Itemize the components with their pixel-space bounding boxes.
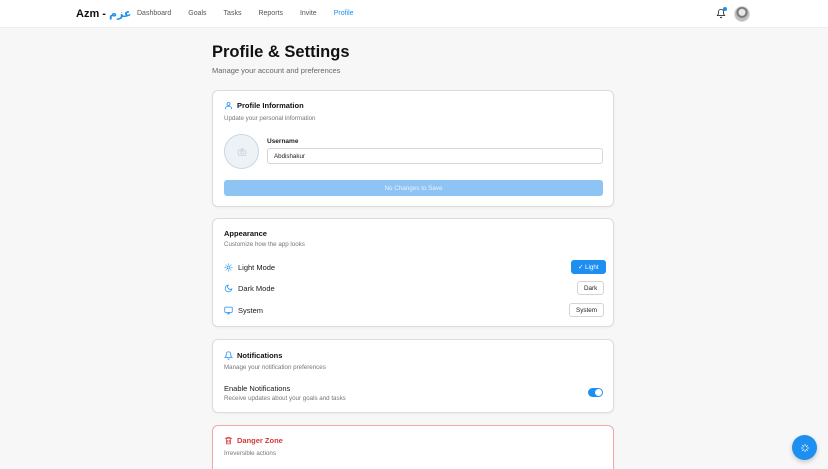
nav-dashboard[interactable]: Dashboard	[137, 10, 171, 17]
monitor-icon	[224, 306, 233, 315]
notifications-card-subtitle: Manage your notification preferences	[224, 364, 326, 371]
notifications-card-title: Notifications	[224, 351, 282, 360]
user-avatar[interactable]	[734, 6, 750, 22]
dark-mode-row: Dark Mode	[224, 284, 275, 293]
notifications-toggle[interactable]	[588, 388, 603, 397]
dark-mode-button[interactable]: Dark	[577, 281, 605, 295]
appearance-card: Appearance Customize how the app looks L…	[212, 218, 614, 327]
system-mode-row: System	[224, 306, 263, 315]
username-label: Username	[267, 138, 299, 145]
top-navigation-bar: Azm - عزم Dashboard Goals Tasks Reports …	[0, 0, 828, 28]
sun-icon	[224, 263, 233, 272]
logo-text: Azm -	[76, 8, 106, 20]
profile-card-subtitle: Update your personal information	[224, 115, 316, 122]
profile-title-text: Profile Information	[237, 101, 304, 110]
nav-reports[interactable]: Reports	[258, 10, 283, 17]
floating-action-button[interactable]	[792, 435, 817, 460]
camera-icon	[237, 147, 246, 156]
main-nav: Dashboard Goals Tasks Reports Invite Pro…	[137, 10, 371, 17]
bell-outline-icon	[224, 351, 233, 360]
appearance-card-title: Appearance	[224, 229, 267, 238]
notifications-card: Notifications Manage your notification p…	[212, 339, 614, 413]
light-mode-button[interactable]: ✓ Light	[571, 260, 606, 274]
notifications-title-text: Notifications	[237, 351, 283, 360]
trash-icon	[224, 437, 233, 445]
profile-information-card: Profile Information Update your personal…	[212, 90, 614, 207]
app-logo[interactable]: Azm - عزم	[76, 7, 131, 20]
sparkle-icon	[800, 443, 809, 452]
system-mode-button[interactable]: System	[569, 303, 604, 317]
profile-avatar-upload[interactable]	[224, 134, 259, 169]
username-input[interactable]	[267, 148, 603, 164]
enable-notifications-description: Receive updates about your goals and tas…	[224, 395, 346, 402]
user-icon	[225, 102, 232, 110]
enable-notifications-label: Enable Notifications	[224, 384, 291, 393]
logo-arabic-text: عزم	[109, 8, 132, 20]
danger-zone-title: Danger Zone	[224, 436, 283, 445]
danger-zone-subtitle: Irreversible actions	[224, 450, 276, 457]
dark-mode-label: Dark Mode	[238, 284, 275, 293]
nav-invite[interactable]: Invite	[300, 10, 317, 17]
page-subtitle: Manage your account and preferences	[212, 66, 341, 75]
save-changes-button[interactable]: No Changes to Save	[224, 180, 603, 196]
appearance-card-subtitle: Customize how the app looks	[224, 241, 305, 248]
notification-dot	[723, 7, 727, 11]
moon-icon	[224, 284, 233, 293]
danger-zone-title-text: Danger Zone	[237, 436, 283, 445]
danger-zone-card: Danger Zone Irreversible actions	[212, 425, 614, 469]
system-mode-label: System	[238, 306, 264, 315]
light-mode-row: Light Mode	[224, 263, 275, 272]
page-title: Profile & Settings	[212, 43, 350, 61]
nav-goals[interactable]: Goals	[188, 10, 206, 17]
light-mode-label: Light Mode	[238, 263, 276, 272]
nav-tasks[interactable]: Tasks	[224, 10, 242, 17]
nav-profile[interactable]: Profile	[334, 10, 354, 17]
profile-card-title: Profile Information	[224, 101, 304, 110]
